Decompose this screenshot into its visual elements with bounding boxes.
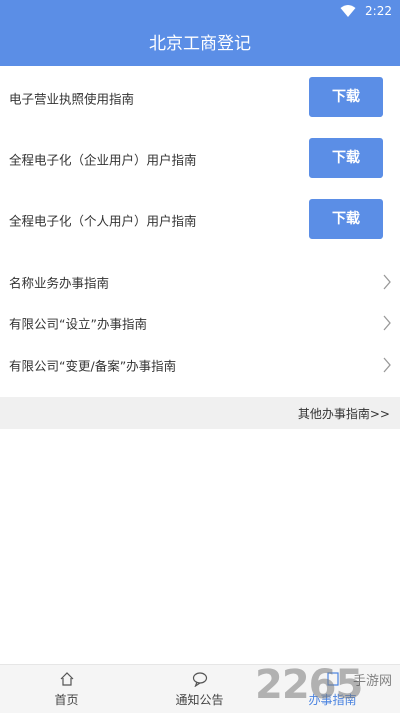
tab-notices-label: 通知公告	[175, 693, 224, 707]
wifi-icon	[340, 5, 356, 17]
page-title: 北京工商登记	[149, 34, 251, 54]
other-guides-bar: 其他办事指南>>	[0, 397, 400, 429]
tab-home-label: 首页	[54, 693, 79, 707]
download-item-label: 全程电子化（个人用户）用户指南	[9, 213, 197, 229]
chevron-right-icon	[383, 274, 391, 290]
watermark-number: 2265	[255, 662, 363, 708]
download-item: 全程电子化（企业用户）用户指南 下载	[0, 129, 400, 189]
tab-notices[interactable]: 通知公告	[133, 665, 266, 713]
chevron-right-icon	[383, 357, 391, 373]
guide-item[interactable]: 有限公司“变更/备案”办事指南	[0, 344, 400, 386]
status-time: 2:22	[365, 4, 392, 18]
download-item: 全程电子化（个人用户）用户指南 下载	[0, 190, 400, 250]
other-guides-link[interactable]: 其他办事指南>>	[298, 405, 390, 422]
download-button[interactable]: 下载	[309, 138, 383, 178]
chevron-right-icon	[383, 315, 391, 331]
guide-item-label: 有限公司“设立”办事指南	[9, 316, 147, 332]
watermark-site: 手游网	[353, 674, 393, 689]
guide-item-label: 名称业务办事指南	[9, 275, 110, 291]
download-button[interactable]: 下载	[309, 199, 383, 239]
guide-item[interactable]: 名称业务办事指南	[0, 261, 400, 303]
download-item: 电子营业执照使用指南 下载	[0, 68, 400, 128]
home-icon	[60, 672, 73, 686]
status-bar: 2:22	[0, 0, 400, 24]
download-button[interactable]: 下载	[309, 77, 383, 117]
chat-bubble-icon	[192, 672, 207, 687]
tab-home[interactable]: 首页	[0, 665, 133, 713]
app-header: 北京工商登记	[0, 24, 400, 66]
site-watermark: 2265 手游网	[255, 660, 400, 712]
guide-item-label: 有限公司“变更/备案”办事指南	[9, 358, 177, 374]
guide-item[interactable]: 有限公司“设立”办事指南	[0, 302, 400, 344]
download-item-label: 全程电子化（企业用户）用户指南	[9, 152, 197, 168]
download-item-label: 电子营业执照使用指南	[9, 91, 135, 107]
